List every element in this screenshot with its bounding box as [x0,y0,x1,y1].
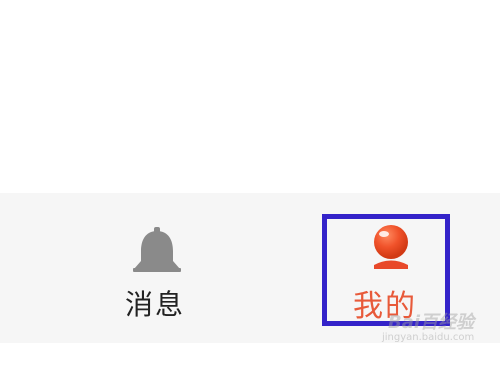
bottom-strip [0,343,500,369]
tab-messages-label: 消息 [125,288,186,321]
bell-icon [133,227,181,272]
watermark: Bai百经验 jingyan.baidu.com [360,306,480,346]
phone-screen: 消息 我的 Bai百经验 jingyan.baidu.com [0,0,500,369]
content-area [0,0,500,193]
watermark-sub: jingyan.baidu.com [382,332,475,343]
tab-messages[interactable]: 消息 [80,193,230,343]
watermark-main: Bai百经验 [388,312,475,333]
